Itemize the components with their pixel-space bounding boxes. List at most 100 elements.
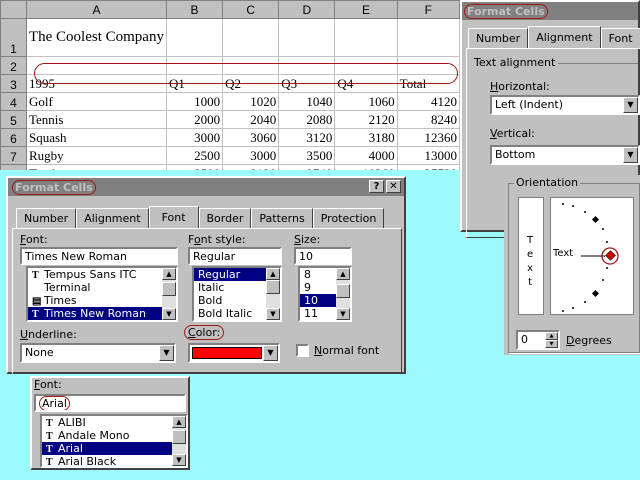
list-item[interactable]: T Tempus Sans ITC (28, 268, 176, 281)
cell[interactable] (278, 18, 336, 57)
scroll-up-icon[interactable]: ▲ (172, 416, 186, 428)
font-popup-scrollbar[interactable]: ▲ ▼ (172, 416, 186, 466)
cell[interactable]: Rugby (25, 146, 167, 165)
cell[interactable]: 13000 (396, 146, 460, 165)
cell[interactable]: 12360 (396, 128, 460, 147)
style-list-scrollbar[interactable]: ▲ ▼ (266, 268, 280, 320)
list-item[interactable]: T Andale Mono (42, 429, 186, 442)
underline-select[interactable]: None ▼ (20, 343, 176, 363)
row-header[interactable]: 5 (0, 110, 27, 129)
font-style-list[interactable]: Regular Italic Bold Bold Italic ▲ ▼ (192, 266, 282, 322)
tab-alignment[interactable]: Alignment (528, 26, 601, 48)
list-item[interactable]: T Arial Black (42, 455, 186, 466)
chevron-down-icon[interactable]: ▼ (623, 97, 638, 113)
chevron-down-icon[interactable]: ▼ (623, 147, 638, 163)
cell[interactable]: 1060 (334, 92, 398, 111)
row-header[interactable]: 2 (0, 56, 27, 75)
cell[interactable]: 1000 (165, 92, 224, 111)
close-button[interactable]: ✕ (386, 180, 401, 193)
cell[interactable]: 3000 (165, 128, 224, 147)
list-item-selected[interactable]: 10 (300, 294, 338, 307)
cell[interactable]: 4000 (334, 146, 398, 165)
orientation-dial[interactable]: Text (550, 197, 634, 315)
font-popup-list[interactable]: T ALIBI T Andale Mono T Arial T Arial Black … (40, 414, 188, 468)
row-header[interactable]: 7 (0, 146, 27, 165)
color-select[interactable]: ▼ (188, 343, 280, 363)
tab-number[interactable]: Number (468, 28, 529, 48)
size-input[interactable]: 10 (294, 247, 352, 265)
scroll-down-icon[interactable]: ▼ (336, 308, 350, 320)
scroll-thumb[interactable] (336, 284, 350, 298)
tab-patterns[interactable]: Patterns (251, 208, 313, 228)
scroll-thumb[interactable] (162, 282, 176, 296)
font-list-scrollbar[interactable]: ▲ ▼ (162, 268, 176, 320)
corner-cell[interactable] (0, 0, 27, 19)
tab-alignment[interactable]: Alignment (76, 208, 149, 228)
cell[interactable]: 37720 (396, 164, 460, 170)
cell[interactable]: 1040 (278, 92, 336, 111)
list-item-selected[interactable]: T Times New Roman (28, 307, 176, 320)
row-header[interactable]: 8 (0, 164, 27, 170)
cell[interactable] (165, 18, 224, 57)
cell[interactable]: 2500 (165, 146, 224, 165)
vertical-text-box[interactable]: T e x t (518, 197, 544, 315)
chevron-down-icon[interactable]: ▼ (159, 345, 174, 361)
cell[interactable]: 9120 (222, 164, 280, 170)
cell[interactable] (396, 18, 460, 57)
cell[interactable]: 2040 (222, 110, 280, 129)
cell[interactable]: Squash (25, 128, 167, 147)
cell[interactable]: Golf (25, 92, 167, 111)
cell[interactable]: 3000 (222, 146, 280, 165)
tab-number[interactable]: Number (16, 208, 77, 228)
cell[interactable]: The Coolest Company (25, 18, 167, 57)
row-header[interactable]: 4 (0, 92, 27, 111)
size-list[interactable]: 8 9 10 11 ▲ ▼ (298, 266, 352, 322)
horizontal-select[interactable]: Left (Indent) ▼ (490, 95, 640, 115)
scroll-up-icon[interactable]: ▲ (336, 268, 350, 280)
list-item[interactable]: Terminal (28, 281, 176, 294)
row-header[interactable]: 3 (0, 74, 27, 93)
column-header[interactable]: D (278, 0, 336, 19)
tab-border[interactable]: Border (198, 208, 252, 228)
list-item[interactable]: ▤ Times (28, 294, 176, 307)
degrees-spinner[interactable]: 0 ▲ ▼ (516, 330, 560, 350)
font-dialog-titlebar[interactable]: Format Cells ? ✕ (8, 178, 404, 196)
cell[interactable]: 8240 (396, 110, 460, 129)
cell[interactable]: 3500 (278, 146, 336, 165)
cell[interactable]: 9740 (278, 164, 336, 170)
cell[interactable]: 1020 (222, 92, 280, 111)
cell[interactable]: 2080 (278, 110, 336, 129)
font-name-input[interactable]: Arial (34, 394, 186, 412)
cell[interactable] (222, 18, 280, 57)
scroll-down-icon[interactable]: ▼ (162, 308, 176, 320)
cell[interactable]: 4120 (396, 92, 460, 111)
column-header[interactable]: E (334, 0, 398, 19)
cell[interactable]: 3120 (278, 128, 336, 147)
cell[interactable] (334, 18, 398, 57)
scroll-thumb[interactable] (266, 280, 280, 294)
cell[interactable]: 8500 (165, 164, 224, 170)
font-name-list[interactable]: T Tempus Sans ITC Terminal ▤ Times T Times … (26, 266, 178, 322)
scroll-up-icon[interactable]: ▲ (162, 268, 176, 280)
list-item-selected[interactable]: T Arial (42, 442, 186, 455)
tab-font[interactable]: Font (600, 28, 640, 48)
vertical-select[interactable]: Bottom ▼ (490, 145, 640, 165)
font-style-input[interactable]: Regular (188, 247, 282, 265)
alignment-titlebar[interactable]: Format Cells (462, 2, 638, 20)
scroll-up-icon[interactable]: ▲ (266, 268, 280, 280)
scroll-down-icon[interactable]: ▼ (266, 308, 280, 320)
cell[interactable]: 3060 (222, 128, 280, 147)
spin-down-icon[interactable]: ▼ (545, 340, 558, 348)
column-header[interactable]: C (222, 0, 280, 19)
help-button[interactable]: ? (369, 180, 384, 193)
tab-protection[interactable]: Protection (312, 208, 385, 228)
tab-font[interactable]: Font (148, 206, 199, 228)
list-item[interactable]: T ALIBI (42, 416, 186, 429)
cell[interactable]: 2120 (334, 110, 398, 129)
row-header[interactable]: 6 (0, 128, 27, 147)
size-list-scrollbar[interactable]: ▲ ▼ (336, 268, 350, 320)
normal-font-checkbox[interactable] (296, 344, 309, 357)
scroll-down-icon[interactable]: ▼ (172, 454, 186, 466)
column-header[interactable]: A (25, 0, 167, 19)
spin-up-icon[interactable]: ▲ (545, 332, 558, 340)
